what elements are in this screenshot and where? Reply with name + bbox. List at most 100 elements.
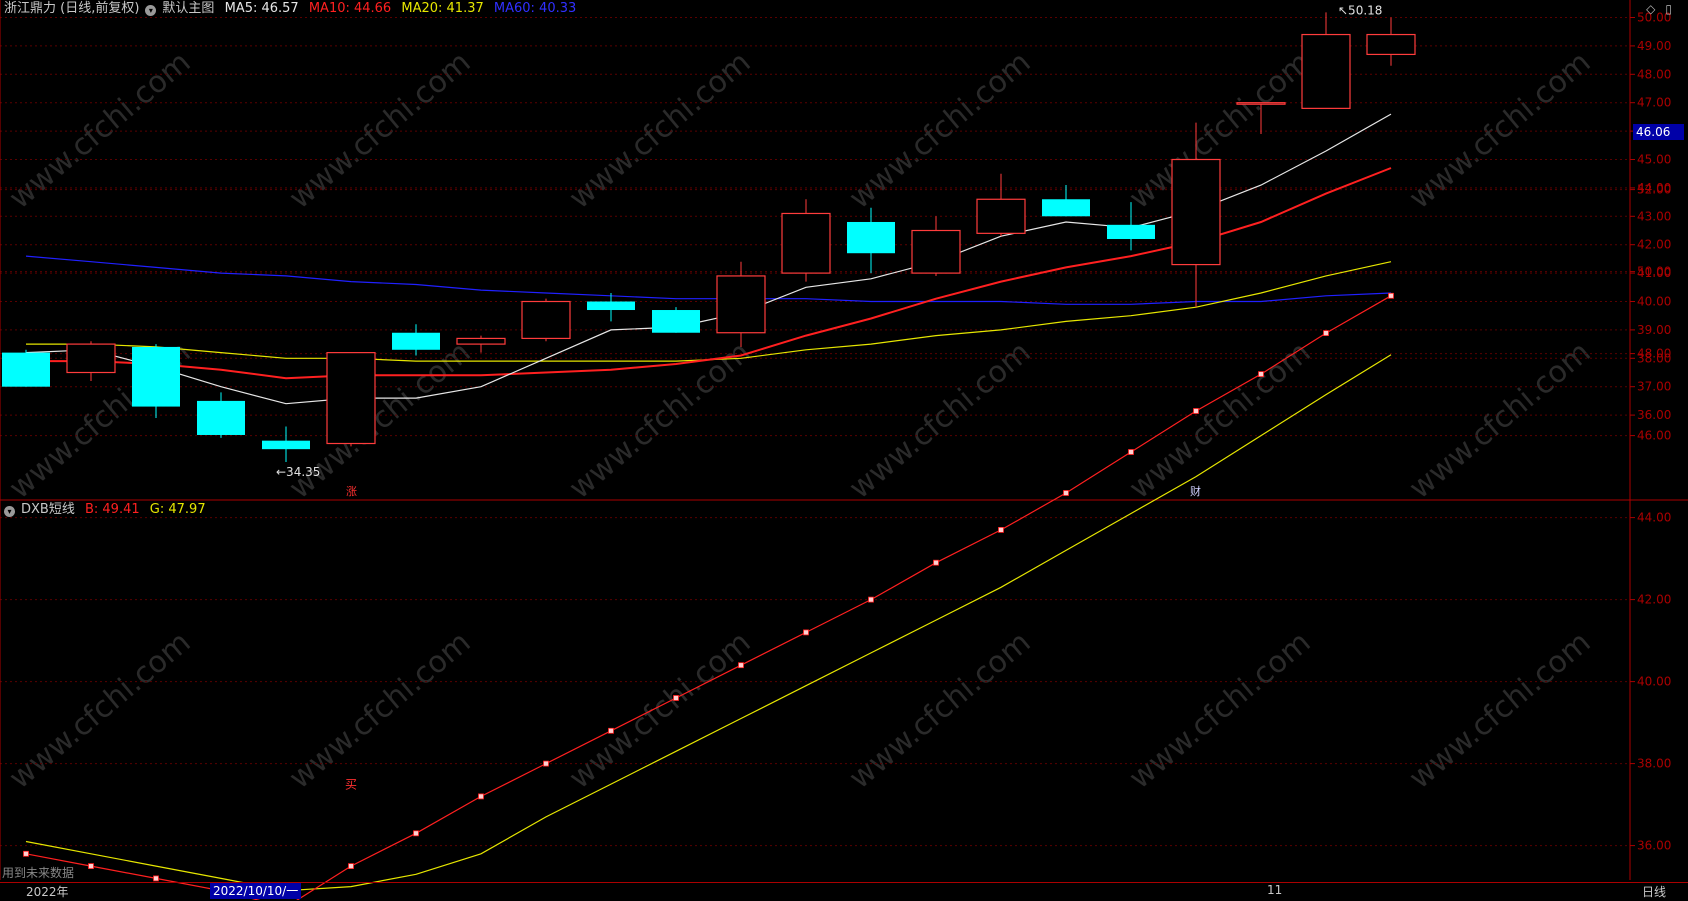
watermark-text: www.cfchi.com [843, 45, 1038, 216]
watermark-text: www.cfchi.com [1403, 625, 1598, 796]
candle-body [976, 198, 1026, 234]
watermark-text: www.cfchi.com [563, 45, 758, 216]
candle [197, 392, 245, 438]
sub-tick-label: 48.00 [1637, 347, 1671, 361]
settings-icon[interactable]: ▾ [145, 5, 157, 16]
watermark-text: www.cfchi.com [843, 625, 1038, 796]
watermark-text: www.cfchi.com [1403, 335, 1598, 506]
month-label: 11 [1267, 883, 1283, 897]
maximize-icon[interactable]: ▯ [1665, 2, 1672, 16]
candle [587, 292, 635, 322]
candle-body [521, 300, 571, 340]
candle [976, 173, 1026, 237]
b-point [1258, 371, 1264, 378]
candle-body [66, 343, 116, 374]
sub-tick-label: 50.00 [1637, 265, 1671, 279]
sub-tick-label: 40.00 [1637, 675, 1671, 689]
price-tick-label: 40.00 [1637, 295, 1671, 309]
watermark-text: www.cfchi.com [1403, 45, 1598, 216]
candle [66, 341, 116, 382]
watermark-text: www.cfchi.com [3, 625, 198, 796]
b-point [153, 875, 159, 882]
main-chart-header: 浙江鼎力 (日线,前复权) ▾ 默认主图 MA5: 46.57 MA10: 44.6… [4, 0, 582, 18]
sub-chart-header: ▾ DXB短线 B: 49.41 G: 47.97 [4, 501, 212, 519]
candle [326, 352, 376, 447]
watermark-text: www.cfchi.com [283, 625, 478, 796]
candle-body [1171, 158, 1221, 266]
diamond-icon[interactable]: ◇ [1646, 2, 1655, 16]
sub-tick-label: 52.00 [1637, 183, 1671, 197]
candle-body [847, 221, 895, 254]
b-point [478, 793, 484, 800]
ma5-value: MA5: 46.57 [224, 1, 299, 16]
b-point [608, 727, 614, 734]
cai-marker: 财 [1190, 484, 1201, 498]
ma60-value: MA60: 40.33 [493, 1, 577, 16]
template-label[interactable]: 默认主图 [162, 1, 214, 16]
period-label[interactable]: 日线 [1642, 883, 1666, 900]
candle-body [1236, 102, 1286, 105]
year-label: 2022年 [26, 885, 69, 899]
candle-body [1042, 199, 1090, 217]
b-point [933, 559, 939, 566]
b-point [1063, 490, 1069, 496]
high-price-label: ↖50.18 [1338, 3, 1382, 17]
watermark-text: www.cfchi.com [1123, 625, 1318, 796]
price-tick-label: 47.00 [1637, 96, 1671, 110]
price-tick-label: 36.00 [1637, 408, 1671, 422]
watermark-text: www.cfchi.com [283, 45, 478, 216]
sub-tick-label: 36.00 [1637, 839, 1671, 853]
candle [847, 207, 895, 274]
candle-body [652, 310, 700, 333]
candle [716, 261, 766, 347]
candle-body [1301, 33, 1351, 109]
watermark-text: www.cfchi.com [283, 335, 478, 506]
candle-body [132, 346, 180, 407]
price-tick-label: 48.00 [1637, 67, 1671, 81]
ma20-value: MA20: 41.37 [401, 1, 484, 16]
ma10-value: MA10: 44.66 [308, 1, 392, 16]
b-point [868, 596, 874, 603]
b-point [738, 662, 744, 669]
candle [652, 307, 700, 333]
mai-marker: 买 [345, 778, 357, 792]
candle-body [456, 337, 506, 345]
sub-tick-label: 44.00 [1637, 511, 1671, 525]
candle-body [197, 400, 245, 435]
watermark-text: www.cfchi.com [563, 335, 758, 506]
sub-tick-label: 38.00 [1637, 757, 1671, 771]
sub-tick-label: 46.00 [1637, 429, 1671, 443]
b-point [543, 760, 549, 767]
candle [2, 349, 50, 387]
price-tick-label: 37.00 [1637, 380, 1671, 394]
future-data-note: 用到未来数据 [2, 866, 75, 880]
chart-canvas: www.cfchi.com www.cfchi.com www.cfchi.com w… [0, 0, 1688, 900]
cursor-date: 2022/10/10/一 [210, 883, 302, 899]
indicator-settings-icon[interactable]: ▾ [4, 506, 15, 517]
candle [262, 426, 310, 462]
indicator-name[interactable]: DXB短线 [21, 502, 75, 517]
price-tick-label: 42.00 [1637, 238, 1671, 252]
candle [781, 199, 831, 282]
candle-body [587, 301, 635, 311]
g-value: G: 47.97 [149, 502, 206, 517]
b-point [413, 830, 419, 837]
b-point [1323, 330, 1329, 337]
price-tick-label: 45.00 [1637, 153, 1671, 167]
b-point [1193, 408, 1199, 414]
candle-body [262, 440, 310, 450]
watermark-text: www.cfchi.com [563, 625, 758, 796]
candle-body [1107, 224, 1155, 240]
candle-body [326, 352, 376, 445]
watermark-text: www.cfchi.com [3, 45, 198, 216]
b-point [1388, 292, 1394, 299]
stock-title[interactable]: 浙江鼎力 (日线,前复权) [4, 1, 139, 16]
b-point [23, 850, 29, 857]
b-point [673, 695, 679, 701]
price-tick-label: 43.00 [1637, 209, 1671, 223]
b-point [998, 527, 1004, 533]
window-controls: ◇ ▯ [1636, 2, 1672, 16]
candle [1042, 185, 1090, 217]
price-tick-label: 49.00 [1637, 39, 1671, 53]
candle-body [716, 275, 766, 334]
